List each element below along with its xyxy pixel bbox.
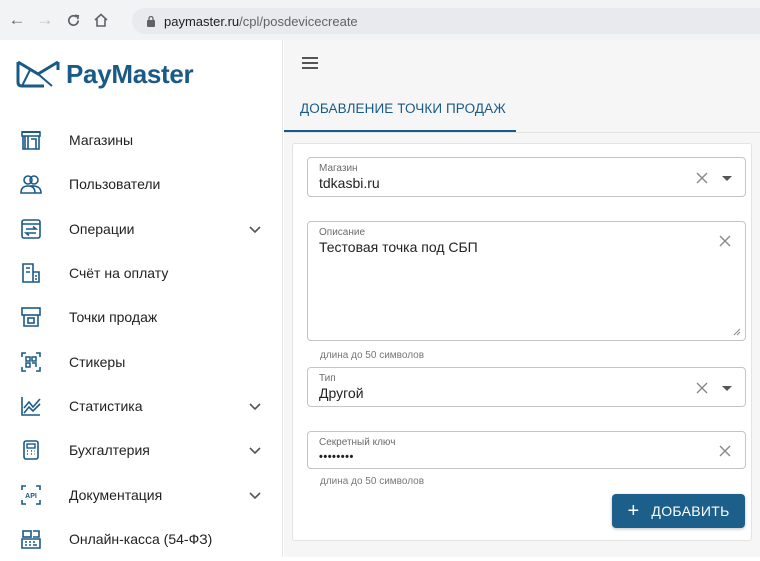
reload-button[interactable]: [62, 9, 84, 31]
sidebar-item-label: Точки продаж: [69, 309, 158, 326]
secret-key-value: ••••••••: [319, 451, 354, 463]
api-icon: API: [20, 484, 42, 506]
resize-handle-icon[interactable]: [733, 328, 741, 336]
description-value: Тестовая точка под СБП: [319, 239, 478, 255]
calculator-icon: [20, 439, 42, 461]
sidebar-item-pos[interactable]: Точки продаж: [0, 295, 283, 339]
sidebar-item-online-cashbox[interactable]: Онлайн-касса (54-ФЗ): [0, 517, 283, 561]
clear-icon[interactable]: [717, 233, 733, 249]
url-domain: paymaster.ru: [164, 13, 240, 29]
store-value: tdkasbi.ru: [319, 175, 380, 191]
store-icon: [20, 129, 42, 151]
forward-button[interactable]: →: [34, 9, 56, 31]
clear-icon[interactable]: [694, 380, 710, 396]
store-label: Магазин: [319, 163, 358, 174]
chevron-down-icon[interactable]: [248, 488, 262, 502]
users-icon: [20, 173, 42, 195]
tab-add-pos[interactable]: ДОБАВЛЕНИЕ ТОЧКИ ПРОДАЖ: [284, 86, 516, 132]
tab-divider: [284, 132, 760, 133]
browser-toolbar: ← → paymaster.ru/cpl/posdevicecreate: [0, 0, 760, 40]
menu-toggle-icon[interactable]: [302, 57, 318, 69]
sidebar-item-stores[interactable]: Магазины: [0, 118, 283, 162]
sidebar-item-label: Бухгалтерия: [69, 442, 150, 459]
chevron-down-icon[interactable]: [248, 399, 262, 413]
sidebar-item-label: Документация: [69, 486, 163, 503]
form-card: Магазин tdkasbi.ru Описание Тестовая точ…: [292, 143, 752, 541]
dropdown-arrow-icon[interactable]: [722, 386, 732, 391]
sidebar-item-label: Онлайн-касса (54-ФЗ): [69, 530, 213, 547]
chevron-down-icon[interactable]: [248, 222, 262, 236]
main-content: ДОБАВЛЕНИЕ ТОЧКИ ПРОДАЖ Магазин tdkasbi.…: [284, 40, 760, 557]
clear-icon[interactable]: [717, 443, 733, 459]
sidebar-item-label: Магазины: [69, 132, 134, 149]
home-button[interactable]: [90, 9, 112, 31]
cash-register-icon: [20, 528, 42, 550]
statistics-icon: [20, 395, 42, 417]
sidebar: PayMaster Магазины Пользователи Операции: [0, 40, 283, 557]
secret-key-field[interactable]: Секретный ключ ••••••••: [307, 431, 746, 469]
add-button-label: ДОБАВИТЬ: [651, 503, 730, 519]
logo[interactable]: PayMaster: [16, 56, 194, 92]
sidebar-item-label: Счёт на оплату: [69, 265, 169, 282]
back-button[interactable]: ←: [6, 9, 28, 31]
pos-icon: [20, 306, 42, 328]
sidebar-item-label: Операции: [69, 220, 135, 237]
type-label: Тип: [319, 373, 336, 384]
sidebar-item-label: Пользователи: [69, 176, 161, 193]
sidebar-menu: Магазины Пользователи Операции Счёт на о…: [0, 118, 283, 561]
sidebar-item-label: Стикеры: [69, 353, 126, 370]
sidebar-item-operations[interactable]: Операции: [0, 207, 283, 251]
chevron-down-icon[interactable]: [248, 443, 262, 457]
sidebar-item-documentation[interactable]: API Документация: [0, 472, 283, 516]
sidebar-item-statistics[interactable]: Статистика: [0, 384, 283, 428]
secret-key-helper: длина до 50 символов: [320, 476, 425, 487]
store-select[interactable]: Магазин tdkasbi.ru: [307, 157, 746, 197]
home-icon: [94, 13, 108, 27]
type-value: Другой: [319, 385, 364, 401]
url-path: /cpl/posdevicecreate: [239, 13, 358, 29]
envelope-logo-icon: [16, 60, 60, 88]
secret-key-label: Секретный ключ: [319, 437, 396, 448]
address-bar[interactable]: paymaster.ru/cpl/posdevicecreate: [132, 8, 760, 34]
dropdown-arrow-icon[interactable]: [722, 176, 732, 181]
sidebar-item-stickers[interactable]: Стикеры: [0, 339, 283, 383]
sidebar-item-invoice[interactable]: Счёт на оплату: [0, 251, 283, 295]
lock-icon: [147, 15, 155, 27]
reload-icon: [67, 14, 79, 26]
sidebar-item-label: Статистика: [69, 397, 143, 414]
invoice-icon: [20, 262, 42, 284]
sidebar-item-accounting[interactable]: Бухгалтерия: [0, 428, 283, 472]
brand-name: PayMaster: [66, 58, 194, 89]
clear-icon[interactable]: [694, 170, 710, 186]
operations-icon: [20, 218, 42, 240]
description-label: Описание: [319, 227, 366, 238]
type-select[interactable]: Тип Другой: [307, 367, 746, 407]
svg-text:API: API: [25, 493, 37, 500]
description-field[interactable]: Описание Тестовая точка под СБП: [307, 221, 746, 341]
add-button[interactable]: + ДОБАВИТЬ: [612, 494, 745, 528]
plus-icon: +: [627, 500, 640, 522]
description-helper: длина до 50 символов: [320, 350, 425, 361]
sidebar-item-users[interactable]: Пользователи: [0, 162, 283, 206]
qr-sticker-icon: [20, 351, 42, 373]
